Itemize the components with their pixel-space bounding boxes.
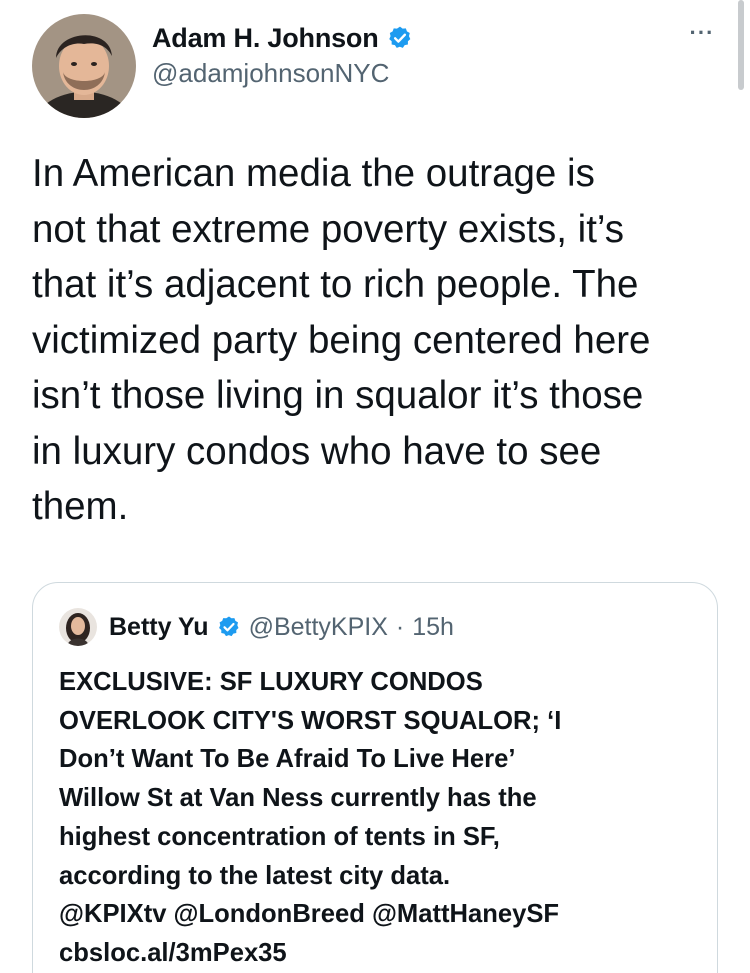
quoted-author-avatar[interactable] <box>59 608 97 646</box>
quoted-tweet-timestamp[interactable]: 15h <box>412 613 454 642</box>
author-display-name[interactable]: Adam H. Johnson <box>152 23 379 54</box>
tweet-text: In American media the outrage is not tha… <box>32 152 651 528</box>
quoted-tweet-text: EXCLUSIVE: SF LUXURY CONDOS OVERLOOK CIT… <box>59 668 562 967</box>
quoted-tweet[interactable]: Betty Yu @BettyKPIX · 15h EXCLUSIVE: SF … <box>32 582 718 973</box>
quoted-author-handle[interactable]: @BettyKPIX <box>249 613 388 642</box>
more-options-icon[interactable]: ··· <box>682 20 722 46</box>
quoted-verified-badge-icon <box>217 615 241 639</box>
author-avatar[interactable] <box>32 14 136 118</box>
tweet-card: Adam H. Johnson @adamjohnsonNYC ··· In A… <box>0 0 750 973</box>
quoted-author-display-name[interactable]: Betty Yu <box>109 613 209 642</box>
scrollbar[interactable] <box>738 0 744 90</box>
verified-badge-icon <box>387 25 413 51</box>
display-name-row: Adam H. Johnson <box>152 20 413 56</box>
author-names: Adam H. Johnson @adamjohnsonNYC <box>152 20 413 89</box>
quoted-tweet-header: Betty Yu @BettyKPIX · 15h <box>59 607 454 647</box>
author-handle[interactable]: @adamjohnsonNYC <box>152 58 413 89</box>
tweet-header: Adam H. Johnson @adamjohnsonNYC ··· <box>32 14 722 118</box>
separator-dot: · <box>395 612 405 641</box>
